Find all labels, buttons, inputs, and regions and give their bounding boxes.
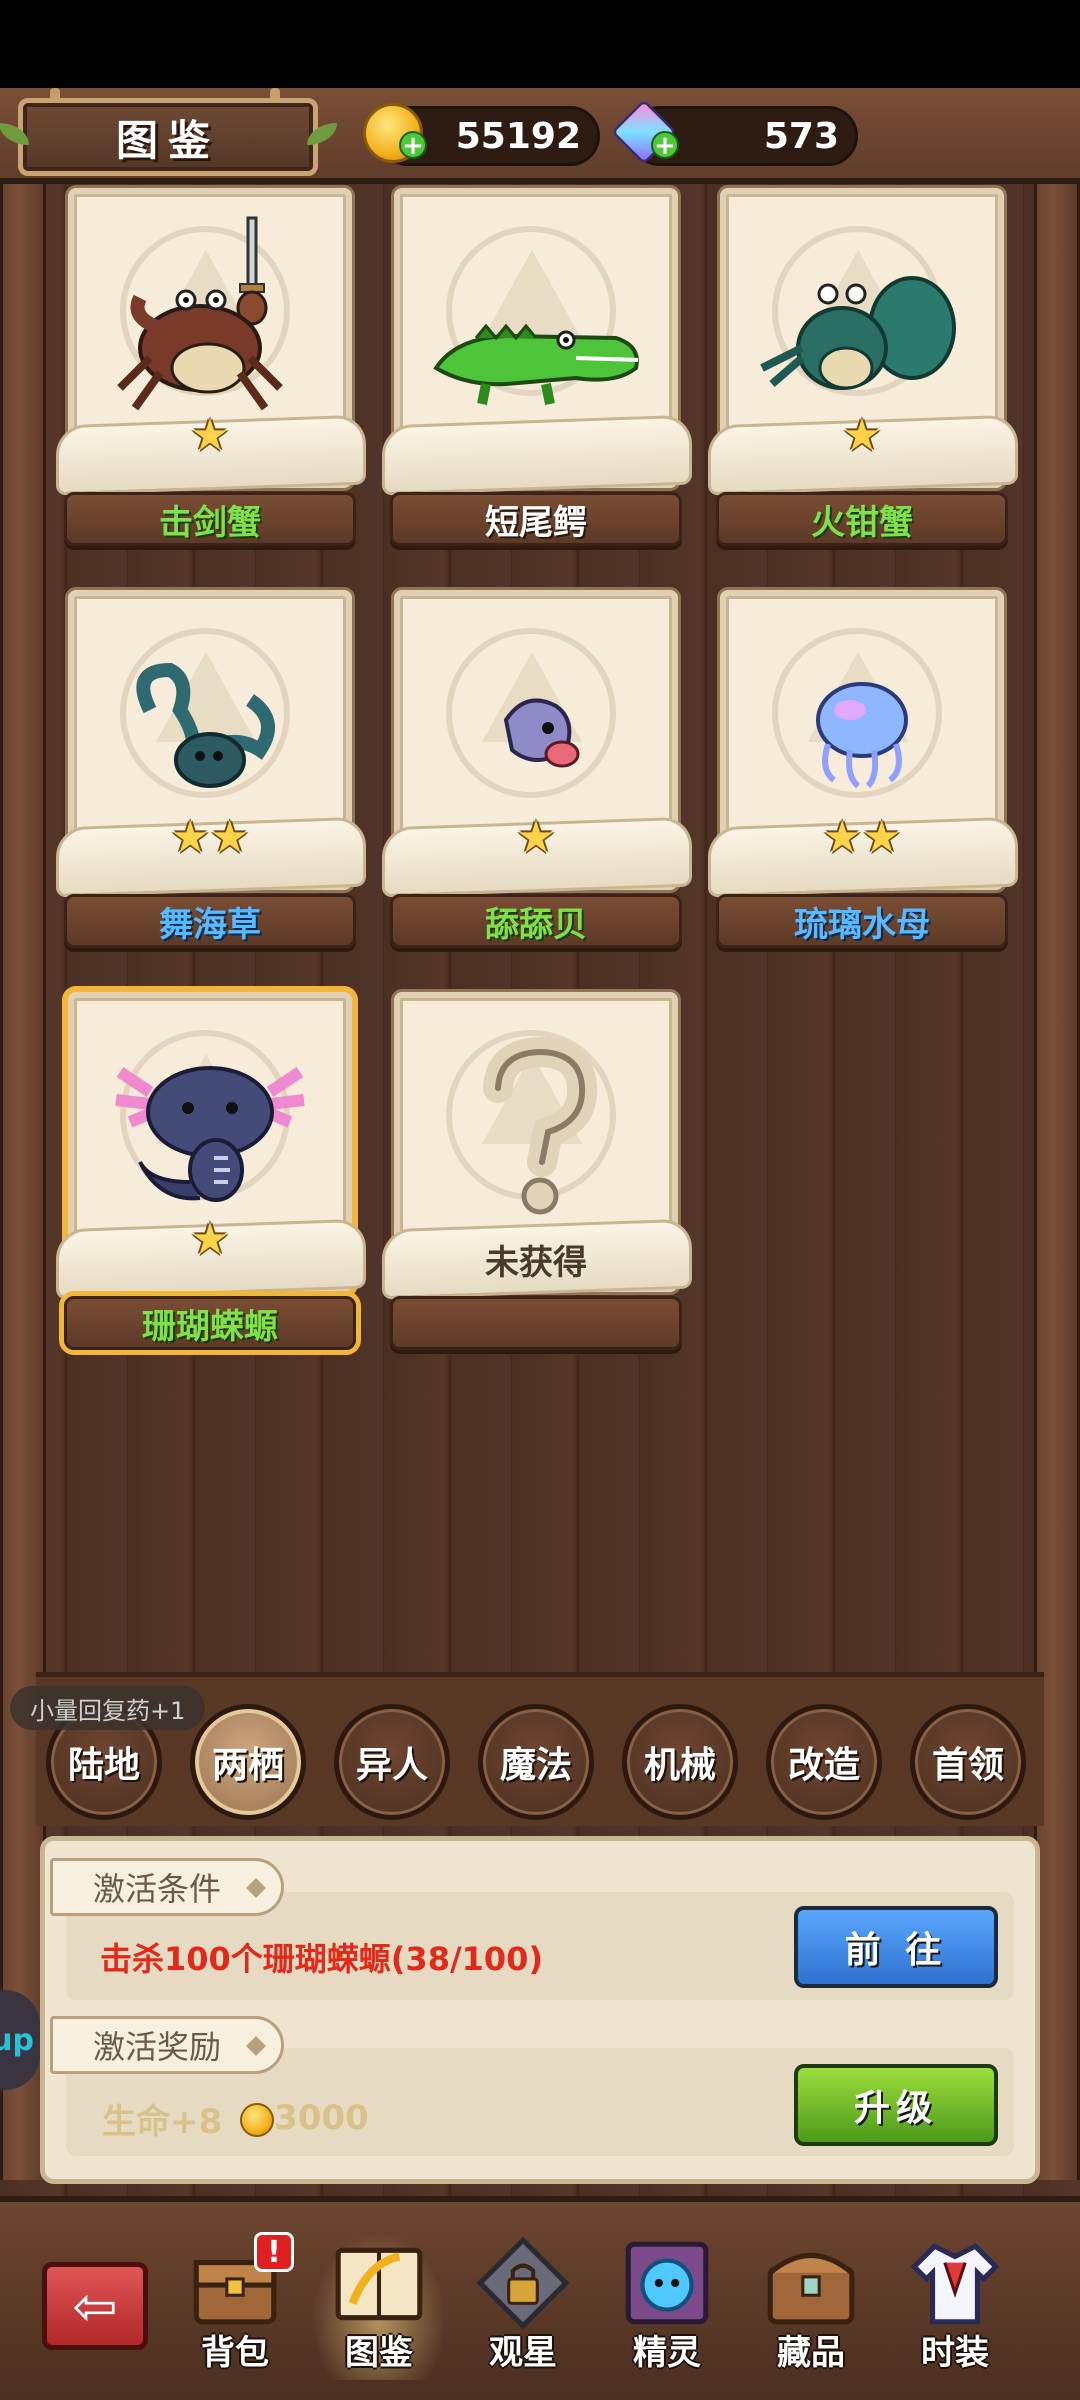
coral-axolotl-icon [115,1066,305,1202]
add-gem-plus-icon[interactable]: + [651,131,679,159]
nav-label: 时装 [921,2332,989,2373]
creature-card-selected[interactable]: ★ 珊瑚蝾螈 [56,992,366,1366]
spirit-icon [625,2241,709,2325]
goto-button[interactable]: 前 往 [794,1906,998,1988]
wood-pillar-right [1034,180,1080,2180]
nav-spirit[interactable]: 精灵 [600,2232,734,2382]
rarity-stars: ★ [842,410,882,461]
fencing-crab-icon [117,216,283,411]
reward-gold: 3000 [240,2098,369,2138]
treasure-chest-icon [767,2252,855,2325]
licking-shell-icon [503,698,580,768]
nav-label: 藏品 [777,2332,845,2373]
gold-coin-icon [240,2102,275,2137]
creature-card[interactable]: ★ 击剑蟹 [56,188,366,562]
creature-card[interactable]: ★ 火钳蟹 [708,188,1018,562]
nav-codex[interactable]: 图鉴 [312,2232,446,2382]
reward-label: 激活奖励 [50,2016,285,2074]
unobtained-label: 未获得 [485,1242,587,1283]
creature-name: 火钳蟹 [811,502,913,543]
rarity-stars: ★ [190,1214,230,1265]
nav-collection[interactable]: 藏品 [744,2232,878,2382]
creature-name: 短尾鳄 [485,502,587,543]
creature-name: 珊瑚蝾螈 [142,1306,278,1347]
creature-name: 琉璃水母 [794,904,930,945]
lock-icon [476,2236,570,2330]
nav-backpack[interactable]: ! 背包 [168,2232,302,2382]
dancing-seaweed-icon [136,662,275,788]
nav-label: 图鉴 [345,2332,413,2373]
nav-label: 背包 [201,2332,269,2373]
tab-alien[interactable]: 异人 [334,1704,450,1820]
glass-jellyfish-icon [816,682,908,789]
diamond-icon [246,2036,266,2056]
title-board: 图鉴 [0,98,337,176]
fire-pincer-crab-icon [760,276,956,390]
creature-card[interactable]: 短尾鳄 [382,188,692,562]
creature-card-locked[interactable]: 未获得 [382,992,692,1366]
tab-amphibian[interactable]: 两栖 [190,1704,306,1820]
book-icon [335,2247,423,2321]
gold-counter[interactable]: + 55192 [363,103,600,166]
creature-card[interactable]: ★★ 舞海草 [56,590,366,964]
question-mark-icon [483,1036,598,1215]
rarity-stars: ★ [516,812,556,863]
condition-label-text: 激活条件 [93,1870,222,1908]
tab-machine[interactable]: 机械 [622,1704,738,1820]
reward-label-text: 激活奖励 [93,2028,222,2066]
rarity-stars [386,410,686,458]
nav-costume[interactable]: 时装 [888,2232,1022,2382]
short-tail-crocodile-icon [433,323,639,405]
reward-values: 生命+8 3000 [102,2096,369,2142]
tab-magic[interactable]: 魔法 [478,1704,594,1820]
creature-card[interactable]: ★ 舔舔贝 [382,590,692,964]
tab-boss[interactable]: 首领 [910,1704,1026,1820]
nav-label: 精灵 [633,2332,701,2373]
creature-name: 击剑蟹 [159,502,261,543]
diamond-icon [246,1878,266,1898]
reward-gold-amount: 3000 [274,2098,369,2138]
item-gain-toast: 小量回复药+1 [10,1686,206,1730]
tab-modified[interactable]: 改造 [766,1704,882,1820]
nav-stargazing[interactable]: 观星 [456,2232,590,2382]
upgrade-button[interactable]: 升级 [794,2064,998,2146]
add-gold-plus-icon[interactable]: + [399,131,427,159]
rarity-stars: ★ [190,410,230,461]
nav-label: 观星 [489,2332,557,2373]
creature-name: 舔舔贝 [485,904,587,945]
rarity-stars: ★★ [822,812,902,863]
creature-name: 舞海草 [159,904,261,945]
name-plate [390,1296,682,1350]
gem-counter[interactable]: + 573 [611,99,858,166]
gem-amount: 573 [763,115,839,157]
creature-card[interactable]: ★★ 琉璃水母 [708,590,1018,964]
costume-icon [910,2243,1000,2325]
alert-badge: ! [254,2232,294,2272]
condition-text: 击杀100个珊瑚蝾螈(38/100) [100,1940,544,1978]
page-title: 图鉴 [115,115,220,165]
exit-arrow-icon: ⇦ [72,2274,118,2338]
gold-amount: 55192 [455,115,581,157]
rarity-stars: ★★ [170,812,250,863]
reward-hp: 生命+8 [102,2101,223,2142]
condition-label: 激活条件 [50,1858,285,1916]
exit-button[interactable]: ⇦ [42,2262,148,2350]
